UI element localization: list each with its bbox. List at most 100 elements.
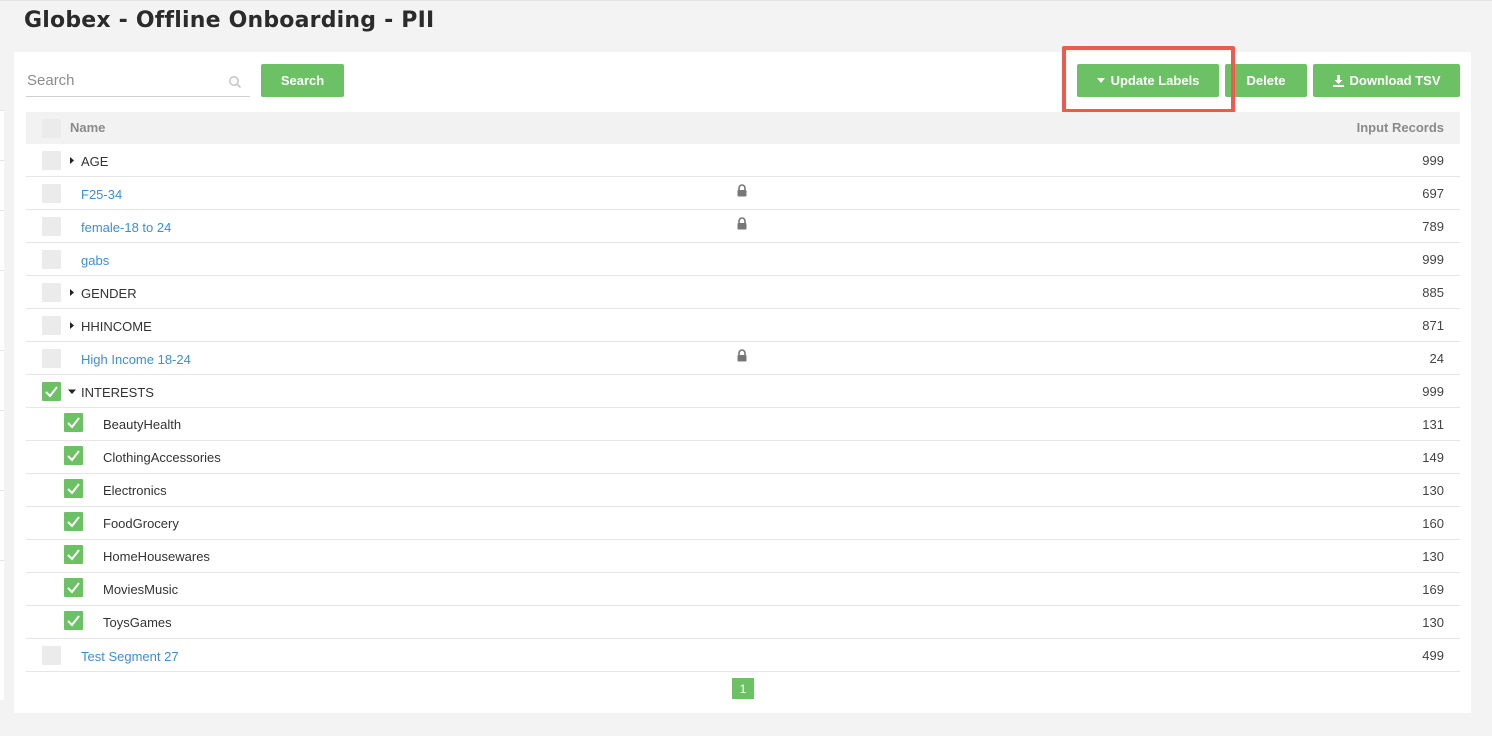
caret-down-icon[interactable] bbox=[68, 387, 76, 396]
row-input-records: 999 bbox=[1422, 153, 1444, 168]
row-checkbox[interactable] bbox=[64, 413, 83, 432]
table-row: F25-34 697 bbox=[26, 177, 1460, 210]
check-icon bbox=[67, 483, 80, 495]
table-body: AGE 999 F25-34 697 female-18 to 24 789 gabs 999… bbox=[26, 144, 1460, 672]
row-checkbox[interactable] bbox=[64, 479, 83, 498]
table-row: MoviesMusic 169 bbox=[26, 573, 1460, 606]
table-row: HHINCOME 871 bbox=[26, 309, 1460, 342]
table-row: High Income 18-24 24 bbox=[26, 342, 1460, 375]
row-input-records: 789 bbox=[1422, 219, 1444, 234]
search-button-label: Search bbox=[280, 73, 325, 88]
row-input-records: 885 bbox=[1422, 285, 1444, 300]
table-row: GENDER 885 bbox=[26, 276, 1460, 309]
row-name[interactable]: Test Segment 27 bbox=[81, 649, 179, 664]
row-checkbox[interactable] bbox=[42, 283, 61, 302]
table-row: AGE 999 bbox=[26, 144, 1460, 177]
row-name[interactable]: HHINCOME bbox=[81, 319, 152, 334]
row-input-records: 697 bbox=[1422, 186, 1444, 201]
download-tsv-button[interactable]: Download TSV bbox=[1313, 64, 1460, 97]
row-name: Electronics bbox=[103, 483, 167, 498]
table-row: FoodGrocery 160 bbox=[26, 507, 1460, 540]
row-input-records: 999 bbox=[1422, 252, 1444, 267]
row-checkbox[interactable] bbox=[42, 316, 61, 335]
row-name[interactable]: gabs bbox=[81, 253, 109, 268]
column-header-input-records: Input Records bbox=[1356, 120, 1444, 135]
row-input-records: 149 bbox=[1422, 450, 1444, 465]
row-input-records: 130 bbox=[1422, 549, 1444, 564]
search-input[interactable] bbox=[26, 66, 221, 94]
check-icon bbox=[67, 549, 80, 561]
search-icon bbox=[229, 76, 242, 89]
row-checkbox[interactable] bbox=[64, 578, 83, 597]
select-all-checkbox[interactable] bbox=[42, 119, 61, 138]
row-name[interactable]: female-18 to 24 bbox=[81, 220, 171, 235]
delete-button[interactable]: Delete bbox=[1225, 64, 1307, 97]
row-name[interactable]: AGE bbox=[81, 154, 108, 169]
row-input-records: 24 bbox=[1429, 351, 1444, 366]
row-checkbox[interactable] bbox=[64, 512, 83, 531]
row-name: BeautyHealth bbox=[103, 417, 182, 432]
caret-right-icon[interactable] bbox=[68, 288, 76, 297]
row-checkbox[interactable] bbox=[42, 382, 61, 401]
left-edge-strip bbox=[0, 110, 4, 700]
lock-icon bbox=[737, 184, 747, 197]
row-checkbox[interactable] bbox=[42, 217, 61, 236]
update-labels-button[interactable]: Update Labels bbox=[1077, 64, 1219, 97]
row-input-records: 499 bbox=[1422, 648, 1444, 663]
delete-button-label: Delete bbox=[1246, 73, 1286, 88]
row-input-records: 871 bbox=[1422, 318, 1444, 333]
caret-right-icon[interactable] bbox=[68, 321, 76, 330]
download-icon bbox=[1332, 74, 1344, 87]
row-name: HomeHousewares bbox=[103, 549, 210, 564]
update-labels-label: Update Labels bbox=[1110, 73, 1200, 88]
search-box bbox=[26, 66, 250, 97]
row-name[interactable]: GENDER bbox=[81, 286, 137, 301]
table-row: Electronics 130 bbox=[26, 474, 1460, 507]
row-input-records: 130 bbox=[1422, 615, 1444, 630]
row-input-records: 131 bbox=[1422, 417, 1444, 432]
table-row: HomeHousewares 130 bbox=[26, 540, 1460, 573]
row-name[interactable]: High Income 18-24 bbox=[81, 352, 191, 367]
row-input-records: 999 bbox=[1422, 384, 1444, 399]
table-header: Name Input Records bbox=[26, 112, 1460, 144]
search-button[interactable]: Search bbox=[261, 64, 344, 97]
row-input-records: 169 bbox=[1422, 582, 1444, 597]
row-input-records: 130 bbox=[1422, 483, 1444, 498]
row-checkbox[interactable] bbox=[64, 446, 83, 465]
table-row: Test Segment 27 499 bbox=[26, 639, 1460, 672]
table-row: ClothingAccessories 149 bbox=[26, 441, 1460, 474]
table-row: INTERESTS 999 bbox=[26, 375, 1460, 408]
row-name: FoodGrocery bbox=[103, 516, 179, 531]
row-checkbox[interactable] bbox=[42, 151, 61, 170]
row-checkbox[interactable] bbox=[42, 184, 61, 203]
table-row: BeautyHealth 131 bbox=[26, 408, 1460, 441]
row-checkbox[interactable] bbox=[42, 349, 61, 368]
segments-table: Name Input Records AGE 999 F25-34 697 female… bbox=[26, 112, 1460, 672]
lock-icon bbox=[737, 349, 747, 362]
check-icon bbox=[67, 417, 80, 429]
row-input-records: 160 bbox=[1422, 516, 1444, 531]
caret-right-icon[interactable] bbox=[68, 156, 76, 165]
column-header-name: Name bbox=[70, 120, 106, 135]
lock-icon bbox=[737, 217, 747, 230]
page-title: Globex - Offline Onboarding - PII bbox=[24, 8, 435, 33]
caret-down-icon bbox=[1096, 78, 1105, 83]
row-name[interactable]: F25-34 bbox=[81, 187, 122, 202]
check-icon bbox=[67, 516, 80, 528]
row-checkbox[interactable] bbox=[42, 646, 61, 665]
row-name: ToysGames bbox=[103, 615, 172, 630]
check-icon bbox=[45, 386, 58, 398]
row-checkbox[interactable] bbox=[64, 611, 83, 630]
check-icon bbox=[67, 450, 80, 462]
row-name[interactable]: INTERESTS bbox=[81, 385, 154, 400]
pagination-page-1[interactable]: 1 bbox=[732, 678, 754, 699]
segments-panel: Search Update Labels Delete Download TSV… bbox=[14, 46, 1471, 713]
row-checkbox[interactable] bbox=[64, 545, 83, 564]
check-icon bbox=[67, 615, 80, 627]
table-row: ToysGames 130 bbox=[26, 606, 1460, 639]
row-name: MoviesMusic bbox=[103, 582, 179, 597]
check-icon bbox=[67, 582, 80, 594]
table-row: gabs 999 bbox=[26, 243, 1460, 276]
row-name: ClothingAccessories bbox=[103, 450, 221, 465]
row-checkbox[interactable] bbox=[42, 250, 61, 269]
